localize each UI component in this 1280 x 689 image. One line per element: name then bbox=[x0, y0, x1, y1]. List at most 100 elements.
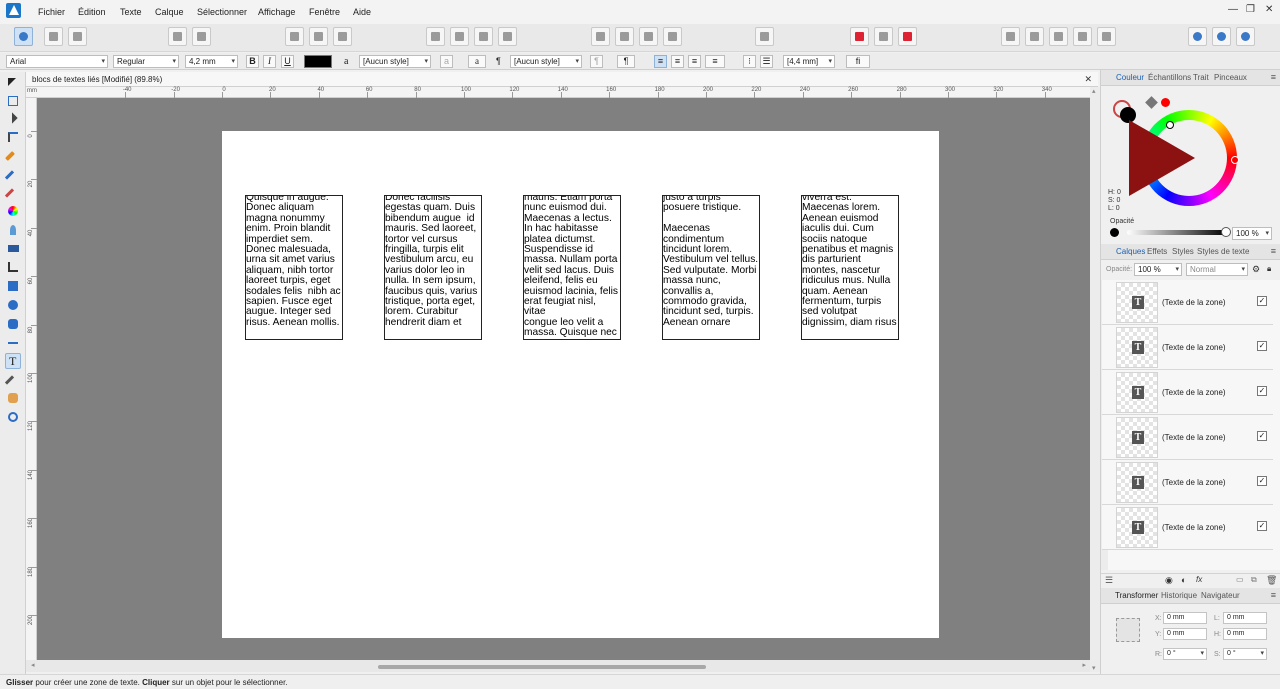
underline-button[interactable]: U bbox=[281, 55, 294, 68]
vertical-scrollbar[interactable]: ▴ ▾ bbox=[1090, 87, 1100, 672]
menu-fichier[interactable]: Fichier bbox=[38, 7, 65, 17]
pencil-tool-icon[interactable] bbox=[4, 167, 21, 183]
duplicate-layer-icon[interactable]: ⧉ bbox=[1251, 575, 1257, 585]
rotation-field[interactable]: 0 ° bbox=[1163, 648, 1207, 660]
justify-icon[interactable]: ≡ bbox=[705, 55, 725, 68]
geometry-add-icon[interactable] bbox=[1001, 27, 1020, 46]
layer-row-1[interactable]: T (Texte de la zone) ✓ bbox=[1102, 280, 1273, 325]
text-frame-2[interactable]: Donec facilisis egestas quam. Duis biben… bbox=[384, 195, 482, 340]
arrange-front-icon[interactable] bbox=[498, 27, 517, 46]
layer-opacity-field[interactable]: 100 % bbox=[1134, 263, 1182, 276]
fx-icon[interactable]: fx bbox=[1196, 575, 1202, 584]
canvas[interactable]: Quisque in augue. Donec aliquam magna no… bbox=[37, 98, 1090, 660]
layer-visibility-checkbox[interactable]: ✓ bbox=[1257, 296, 1267, 306]
studio-icon[interactable] bbox=[1212, 27, 1231, 46]
tab-styles[interactable]: Styles bbox=[1172, 247, 1194, 256]
horizontal-scrollbar[interactable]: ◂ ▸ bbox=[26, 660, 1090, 672]
align-icon[interactable] bbox=[755, 27, 774, 46]
hue-handle[interactable] bbox=[1231, 156, 1239, 164]
geometry-subtract-icon[interactable] bbox=[1025, 27, 1044, 46]
text-color-swatch[interactable] bbox=[304, 55, 332, 68]
move-tool-icon[interactable] bbox=[5, 75, 21, 91]
transform-panel-menu-icon[interactable]: ≡ bbox=[1271, 590, 1276, 600]
layer-visibility-checkbox[interactable]: ✓ bbox=[1257, 341, 1267, 351]
boolean-icon[interactable] bbox=[168, 27, 187, 46]
anchor-selector[interactable] bbox=[1116, 618, 1140, 642]
tab-historique[interactable]: Historique bbox=[1161, 591, 1197, 600]
blend-mode-select[interactable]: Normal bbox=[1186, 263, 1248, 276]
menu-texte[interactable]: Texte bbox=[120, 7, 142, 17]
align-center-icon[interactable]: ≡ bbox=[671, 55, 684, 68]
close-document-icon[interactable]: ✕ bbox=[1084, 74, 1092, 85]
arrange-backward-icon[interactable] bbox=[450, 27, 469, 46]
rounded-rect-tool-icon[interactable] bbox=[5, 316, 21, 332]
bold-button[interactable]: B bbox=[246, 55, 259, 68]
tab-trait[interactable]: Trait bbox=[1193, 73, 1209, 82]
para-style-select[interactable]: [Aucun style] bbox=[510, 55, 582, 68]
align-right-icon[interactable]: ≡ bbox=[688, 55, 701, 68]
tab-echantillons[interactable]: Échantillons bbox=[1148, 73, 1191, 82]
eyedropper-icon[interactable] bbox=[1145, 96, 1158, 109]
ellipse-tool-icon[interactable] bbox=[5, 297, 21, 313]
no-symbol-icon[interactable] bbox=[192, 27, 211, 46]
text-frame-5[interactable]: viverra est. Maecenas lorem. Aenean euis… bbox=[801, 195, 899, 340]
close-window-button[interactable]: ✕ bbox=[1265, 4, 1273, 15]
menu-calque[interactable]: Calque bbox=[155, 7, 184, 17]
snap-icon-2[interactable] bbox=[309, 27, 328, 46]
color-panel-menu-icon[interactable]: ≡ bbox=[1271, 72, 1276, 82]
export-persona-icon[interactable] bbox=[68, 27, 87, 46]
scroll-up-icon[interactable]: ▴ bbox=[1092, 87, 1096, 95]
rectangle-tool-icon[interactable] bbox=[5, 278, 21, 294]
snapping-grid-icon[interactable] bbox=[850, 27, 869, 46]
snapping-magnet-icon[interactable] bbox=[898, 27, 917, 46]
layer-row-6[interactable]: T (Texte de la zone) ✓ bbox=[1102, 505, 1273, 550]
text-frame-3[interactable]: mauris. Etiam porta nunc euismod dui. Ma… bbox=[523, 195, 621, 340]
y-field[interactable]: 0 mm bbox=[1163, 628, 1207, 640]
h-field[interactable]: 0 mm bbox=[1223, 628, 1267, 640]
layers-panel-menu-icon[interactable]: ≡ bbox=[1271, 246, 1276, 256]
color-picker-handle[interactable] bbox=[1166, 121, 1174, 129]
minimize-button[interactable]: — bbox=[1228, 4, 1238, 15]
pen-tool-icon[interactable] bbox=[5, 148, 21, 164]
geometry-intersect-icon[interactable] bbox=[1049, 27, 1068, 46]
scroll-right-icon[interactable]: ▸ bbox=[1082, 661, 1086, 669]
tab-couleur[interactable]: Couleur bbox=[1116, 73, 1144, 82]
transparency-tool-icon[interactable] bbox=[5, 222, 21, 238]
tab-navigateur[interactable]: Navigateur bbox=[1201, 591, 1240, 600]
mask-icon[interactable]: ◉ bbox=[1165, 575, 1173, 586]
new-layer-icon[interactable]: ▭ bbox=[1236, 575, 1244, 584]
tab-effets[interactable]: Effets bbox=[1147, 247, 1167, 256]
geometry-divide-icon[interactable] bbox=[1097, 27, 1116, 46]
align-left-icon[interactable]: ≡ bbox=[654, 55, 667, 68]
ligature-button[interactable]: fi bbox=[846, 55, 870, 68]
flip-v-icon[interactable] bbox=[615, 27, 634, 46]
layer-row-3[interactable]: T (Texte de la zone) ✓ bbox=[1102, 370, 1273, 415]
tab-transformer[interactable]: Transformer bbox=[1115, 591, 1158, 600]
clear-style-icon[interactable]: a bbox=[440, 55, 453, 68]
char-style-select[interactable]: [Aucun style] bbox=[359, 55, 431, 68]
zoom-tool-icon[interactable] bbox=[5, 409, 21, 425]
pixel-persona-icon[interactable] bbox=[44, 27, 63, 46]
x-field[interactable]: 0 mm bbox=[1163, 612, 1207, 624]
gear-icon[interactable]: ⚙ bbox=[1252, 264, 1260, 275]
opacity-slider[interactable] bbox=[1127, 230, 1227, 235]
preferences-icon[interactable] bbox=[1236, 27, 1255, 46]
snapping-options-icon[interactable] bbox=[874, 27, 893, 46]
menu-affichage[interactable]: Affichage bbox=[258, 7, 295, 17]
layer-stack-icon[interactable]: ☰ bbox=[1105, 575, 1113, 586]
scroll-left-icon[interactable]: ◂ bbox=[31, 661, 35, 669]
numbered-list-icon[interactable]: ☰ bbox=[760, 55, 773, 68]
bullet-list-icon[interactable]: ⁝ bbox=[743, 55, 756, 68]
font-size-field[interactable]: 4,2 mm bbox=[185, 55, 238, 68]
arrange-forward-icon[interactable] bbox=[474, 27, 493, 46]
text-frame-1[interactable]: Quisque in augue. Donec aliquam magna no… bbox=[245, 195, 343, 340]
tab-styles-de-texte[interactable]: Styles de texte bbox=[1197, 247, 1249, 256]
layer-visibility-checkbox[interactable]: ✓ bbox=[1257, 476, 1267, 486]
document-tab[interactable]: blocs de textes liés [Modifié] (89.8%) ✕ bbox=[26, 72, 1098, 87]
shear-field[interactable]: 0 ° bbox=[1223, 648, 1267, 660]
layer-visibility-checkbox[interactable]: ✓ bbox=[1257, 521, 1267, 531]
menu-selectionner[interactable]: Sélectionner bbox=[197, 7, 247, 17]
artistic-text-tool-icon[interactable]: T bbox=[5, 353, 21, 369]
opacity-value-field[interactable]: 100 % bbox=[1232, 227, 1272, 240]
crop-tool-icon[interactable] bbox=[5, 259, 21, 275]
